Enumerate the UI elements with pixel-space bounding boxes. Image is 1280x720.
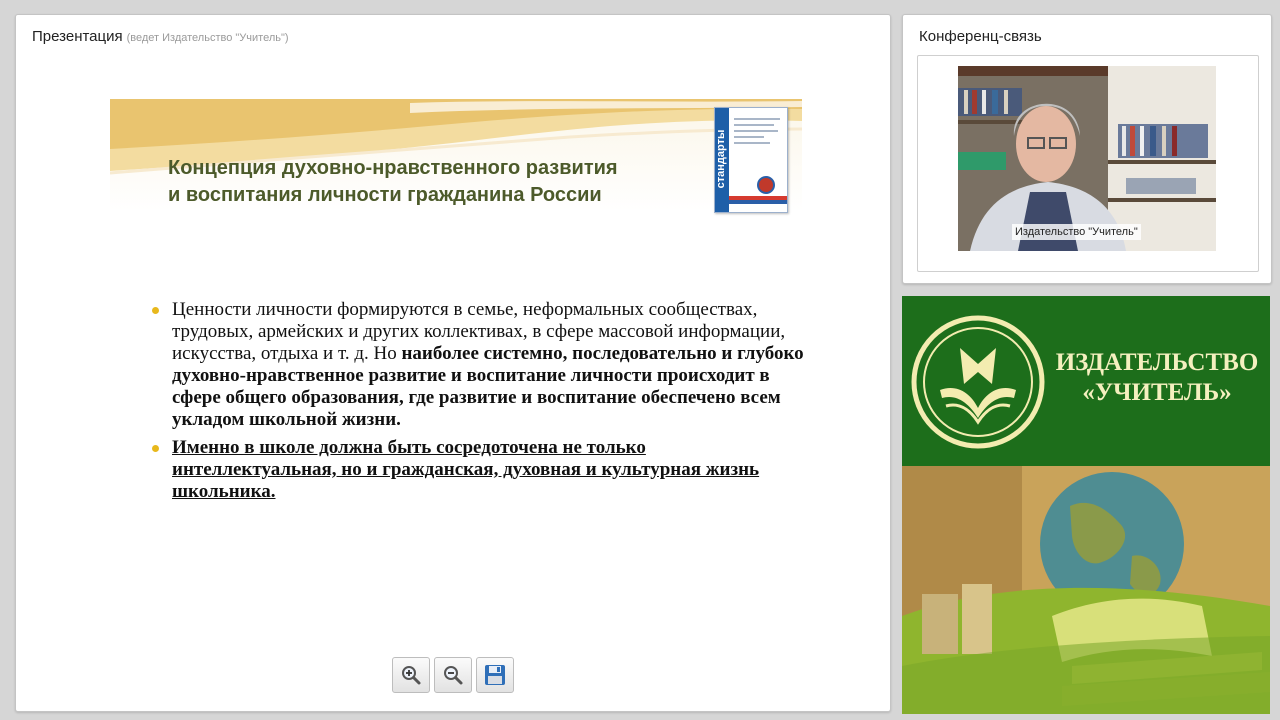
slide-title: Концепция духовно-нравственного развития… bbox=[168, 155, 728, 209]
publisher-green-area: ИЗДАТЕЛЬСТВО «УЧИТЕЛЬ» bbox=[902, 296, 1270, 466]
book-emblem bbox=[757, 176, 775, 194]
book-text-line bbox=[734, 142, 770, 144]
publisher-name-line2: «УЧИТЕЛЬ» bbox=[1082, 379, 1232, 406]
conference-title: Конференц-связь bbox=[919, 28, 1042, 45]
slide-title-line2: и воспитания личности гражданина России bbox=[168, 184, 602, 206]
globe-books-illustration bbox=[902, 466, 1270, 714]
save-button[interactable] bbox=[476, 657, 514, 693]
presentation-title: Презентация bbox=[32, 28, 123, 45]
book-text-line bbox=[734, 136, 764, 138]
bullet-dot bbox=[152, 445, 159, 452]
bullet-dot bbox=[152, 307, 159, 314]
conference-panel: Конференц-связь Издательство "Учитель" bbox=[902, 14, 1272, 284]
publisher-name: ИЗДАТЕЛЬСТВО «УЧИТЕЛЬ» bbox=[1052, 348, 1262, 408]
slide: Концепция духовно-нравственного развития… bbox=[50, 99, 862, 655]
publisher-logo bbox=[911, 315, 1045, 449]
bullet-item: Ценности личности формируются в семье, н… bbox=[152, 299, 812, 431]
zoom-out-icon bbox=[444, 666, 463, 685]
book-text-line bbox=[734, 124, 774, 126]
publisher-banner: ИЗДАТЕЛЬСТВО «УЧИТЕЛЬ» bbox=[902, 296, 1270, 714]
slide-title-line1: Концепция духовно-нравственного развития bbox=[168, 157, 618, 179]
book-text-line bbox=[734, 118, 780, 120]
standards-book-cover: стандарты bbox=[714, 107, 788, 213]
presentation-panel: Презентация (ведет Издательство "Учитель"… bbox=[15, 14, 891, 712]
zoom-in-icon bbox=[402, 666, 421, 685]
book-stripe bbox=[729, 200, 787, 204]
video-frame: Издательство "Учитель" bbox=[917, 55, 1259, 272]
publisher-photo bbox=[902, 466, 1270, 714]
zoom-in-button[interactable] bbox=[392, 657, 430, 693]
publisher-name-line1: ИЗДАТЕЛЬСТВО bbox=[1055, 349, 1259, 376]
zoom-out-button[interactable] bbox=[434, 657, 472, 693]
book-spine-label: стандарты bbox=[715, 129, 727, 189]
participant-video[interactable]: Издательство "Учитель" bbox=[958, 66, 1216, 251]
bullet-item: Именно в школе должна быть сосредоточена… bbox=[152, 437, 812, 503]
bullet2-text: Именно в школе должна быть сосредоточена… bbox=[172, 437, 760, 502]
presentation-header: Презентация (ведет Издательство "Учитель"… bbox=[32, 28, 289, 45]
floppy-disk-icon bbox=[485, 665, 505, 685]
slide-bullets: Ценности личности формируются в семье, н… bbox=[152, 299, 812, 509]
participant-name-label: Издательство "Учитель" bbox=[1012, 224, 1141, 240]
presentation-subtitle: (ведет Издательство "Учитель") bbox=[126, 32, 289, 44]
book-text-line bbox=[734, 130, 778, 132]
